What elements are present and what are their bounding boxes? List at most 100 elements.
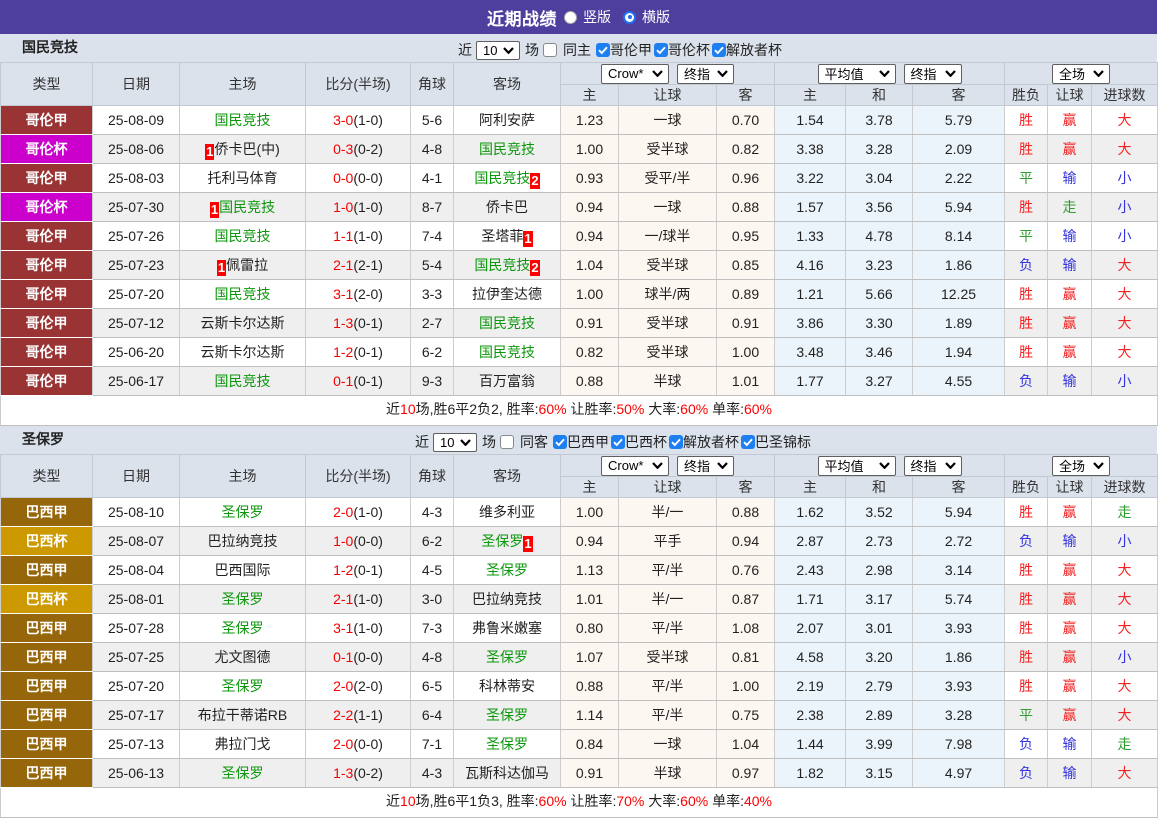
select-group: Crow* 终指 (597, 455, 738, 476)
average-odds-cell: 3.15 (845, 758, 914, 788)
score-cell: 2-2(1-1) (305, 700, 411, 730)
league-checkbox-2[interactable] (712, 43, 726, 57)
result-cell: 赢 (1047, 279, 1093, 309)
card-badge: 1 (216, 259, 227, 276)
odds-cell: 半球 (618, 366, 717, 396)
halftime-score: (0-0) (353, 170, 383, 186)
average-odds-cell: 3.23 (845, 250, 914, 280)
corner-cell: 4-1 (410, 163, 454, 193)
odds-cell: 一球 (618, 192, 717, 222)
score-cell: 0-1(0-1) (305, 366, 411, 396)
recent-label: 近 (415, 434, 429, 450)
league-checkbox-1[interactable] (611, 435, 625, 449)
average-odds-cell: 3.04 (845, 163, 914, 193)
odds-cell: 1.01 (715, 366, 776, 396)
halftime-score: (0-0) (353, 736, 383, 752)
corner-cell: 4-8 (410, 134, 454, 164)
average-select[interactable]: 平均值 (817, 455, 896, 476)
halftime-score: (1-0) (353, 228, 383, 244)
team-name: 国民竞技 (22, 39, 78, 55)
odds-time-select[interactable]: 终指 (677, 63, 734, 84)
layout-radio-0[interactable] (564, 10, 577, 24)
column-header: 客场 (453, 454, 561, 498)
chevron-down-icon (1093, 462, 1104, 469)
home-cell: 1佩雷拉 (179, 250, 306, 280)
sub-column-header: 胜负 (1004, 476, 1049, 498)
sub-column-header: 主 (774, 476, 847, 498)
odds-time-select[interactable]: 终指 (677, 455, 734, 476)
odds-company-select[interactable]: Crow* (601, 455, 669, 476)
result-cell: 大 (1091, 758, 1159, 788)
recent-count-select[interactable]: 10 (476, 40, 520, 60)
layout-radio-label: 竖版 (583, 9, 611, 25)
league-checkbox-0[interactable] (596, 43, 610, 57)
league-type-cell: 哥伦甲 (0, 221, 93, 251)
average-select[interactable]: 平均值 (817, 63, 896, 84)
column-header: 主场 (179, 62, 306, 106)
select-group: 平均值 终指 (814, 63, 966, 84)
league-type-cell: 巴西甲 (0, 671, 93, 701)
average-odds-cell: 4.78 (845, 221, 914, 251)
sub-column-header: 主 (560, 476, 619, 498)
league-type-cell: 巴西甲 (0, 555, 93, 585)
halftime-score: (0-1) (353, 373, 383, 389)
average-time-select[interactable]: 终指 (903, 63, 962, 84)
column-header: 类型 (0, 454, 93, 498)
score-cell: 2-0(0-0) (305, 729, 411, 759)
score-cell: 3-1(2-0) (305, 279, 411, 309)
odds-company-select[interactable]: Crow* (601, 63, 669, 84)
score-cell: 0-1(0-0) (305, 642, 411, 672)
match-row: 哥伦杯 25-08-06 1侨卡巴(中) 0-3(0-2) 4-8 国民竞技 1… (0, 134, 1159, 164)
sub-column-header: 胜负 (1004, 84, 1049, 106)
scope-select-group: 全场 (1004, 454, 1159, 477)
result-cell: 输 (1047, 221, 1093, 251)
match-row: 巴西甲 25-07-17 布拉干蒂诺RB 2-2(1-1) 6-4 圣保罗 1.… (0, 700, 1159, 730)
date-cell: 25-08-10 (92, 497, 180, 527)
fulltime-score: 3-0 (333, 112, 354, 128)
column-header: 角球 (410, 454, 454, 498)
odds-cell: 0.80 (560, 613, 619, 643)
check-icon (671, 438, 681, 447)
odds-cell: 1.00 (560, 134, 619, 164)
card-badge: 2 (530, 172, 540, 189)
halftime-score: (1-0) (353, 620, 383, 636)
odds-cell: 0.81 (715, 642, 776, 672)
away-cell: 国民竞技 (453, 134, 561, 164)
same-venue-checkbox[interactable] (500, 435, 514, 449)
average-odds-cell: 2.38 (774, 700, 847, 730)
result-cell: 大 (1091, 308, 1159, 338)
average-odds-cell: 3.01 (845, 613, 914, 643)
date-cell: 25-07-17 (92, 700, 180, 730)
league-checkbox-3[interactable] (741, 435, 755, 449)
average-time-select[interactable]: 终指 (903, 455, 962, 476)
select-group: Crow* 终指 (597, 63, 738, 84)
odds-cell: 1.08 (715, 613, 776, 643)
home-team-name: 圣保罗 (221, 620, 264, 636)
layout-radio-1[interactable] (623, 10, 636, 24)
odds-cell: 1.23 (560, 105, 619, 135)
league-checkbox-2[interactable] (669, 435, 683, 449)
scope-select[interactable]: 全场 (1052, 455, 1111, 476)
scope-select[interactable]: 全场 (1052, 63, 1111, 84)
odds-cell: 1.00 (715, 337, 776, 367)
odds-cell: 一球 (618, 105, 717, 135)
corner-cell: 6-2 (410, 337, 454, 367)
same-venue-checkbox[interactable] (543, 43, 557, 57)
halftime-score: (0-1) (353, 344, 383, 360)
home-cell: 国民竞技 (179, 366, 306, 396)
league-checkbox-0[interactable] (553, 435, 567, 449)
recent-count-select[interactable]: 10 (433, 432, 477, 452)
corner-cell: 5-6 (410, 105, 454, 135)
fulltime-score: 1-0 (333, 199, 354, 215)
score-cell: 2-0(1-0) (305, 497, 411, 527)
home-team-name: 国民竞技 (214, 228, 271, 244)
date-cell: 25-08-06 (92, 134, 180, 164)
check-icon (743, 438, 753, 447)
odds-cell: 0.91 (560, 308, 619, 338)
result-cell: 胜 (1004, 613, 1049, 643)
sub-column-header: 进球数 (1091, 476, 1159, 498)
page: 近期战绩 竖版 横版 国民竞技 近 10 场 同主 哥伦甲 哥伦杯 解放者杯 类型 … (0, 0, 1159, 818)
date-cell: 25-08-07 (92, 526, 180, 556)
odds-cell: 0.91 (560, 758, 619, 788)
league-checkbox-1[interactable] (654, 43, 668, 57)
